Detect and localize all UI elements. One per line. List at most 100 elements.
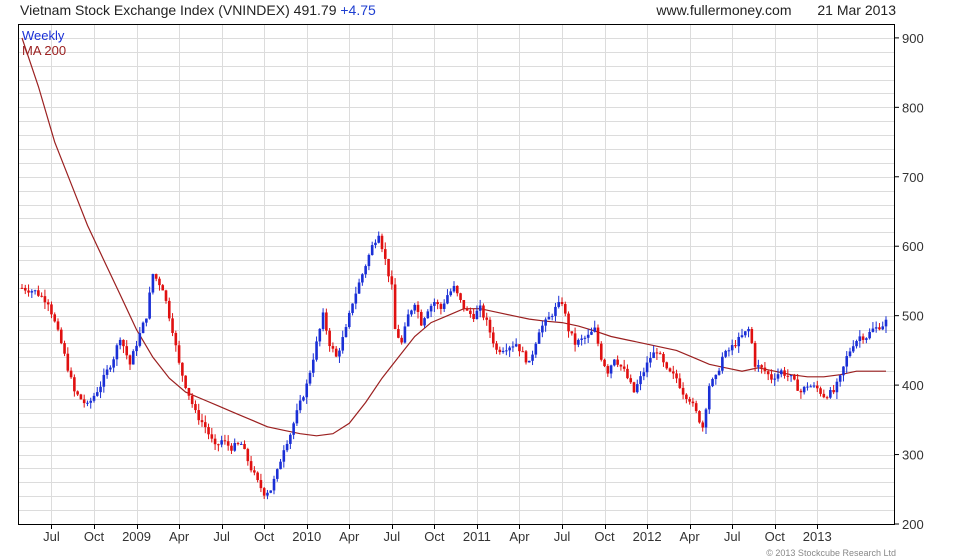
candle-body	[770, 374, 773, 380]
candle-body	[249, 461, 253, 471]
candle-body	[459, 293, 462, 300]
candle-body	[383, 249, 387, 259]
candle-body	[393, 284, 397, 330]
candle-body	[177, 345, 181, 363]
candle-body	[734, 345, 737, 347]
candle-body	[779, 370, 783, 375]
candle-body	[881, 326, 885, 330]
candle-body	[698, 411, 701, 423]
candle-body	[727, 350, 731, 352]
candle-body	[20, 287, 24, 289]
candle-body	[478, 305, 482, 311]
candle-body	[563, 304, 567, 314]
candle-body	[66, 353, 70, 371]
candle-body	[802, 386, 806, 393]
x-tick-label: 2009	[122, 529, 151, 544]
candle-body	[721, 356, 724, 371]
candle-body	[347, 312, 351, 328]
candle-body	[289, 434, 292, 444]
candle-body	[534, 343, 538, 355]
candle-body	[829, 390, 832, 398]
candle-body	[730, 345, 734, 351]
candle-body	[757, 365, 760, 367]
candle-body	[145, 318, 148, 323]
candle-body	[796, 379, 799, 391]
candle-body	[210, 434, 214, 439]
candle-body	[642, 372, 646, 377]
candle-body	[822, 393, 826, 398]
candle-body	[799, 390, 803, 393]
candle-body	[593, 327, 597, 332]
candle-body	[518, 344, 521, 352]
candle-body	[685, 394, 688, 399]
candle-body	[174, 332, 178, 346]
candle-body	[825, 397, 829, 399]
candle-body	[92, 395, 96, 401]
x-tick-label: Oct	[84, 529, 105, 544]
candle-body	[521, 351, 525, 353]
candle-body	[586, 334, 590, 338]
candle-body	[135, 345, 138, 352]
candle-body	[619, 364, 623, 367]
candle-body	[164, 290, 168, 301]
candle-body	[213, 438, 217, 445]
candle-body	[842, 366, 845, 376]
candle-body	[99, 386, 102, 393]
candle-body	[658, 353, 662, 355]
candle-body	[367, 254, 371, 267]
candle-body	[645, 362, 649, 373]
candle-body	[334, 348, 338, 357]
x-tick-label: Apr	[680, 529, 701, 544]
candle-body	[547, 316, 551, 320]
candle-body	[397, 329, 400, 338]
candle-body	[557, 301, 561, 307]
candle-body	[131, 351, 135, 365]
y-tick-label: 200	[902, 517, 924, 532]
candle-body	[508, 347, 511, 351]
candle-body	[694, 403, 698, 412]
legend: WeeklyMA 200	[22, 28, 66, 58]
candle-body	[675, 373, 678, 379]
candle-body	[498, 349, 502, 353]
candle-body	[403, 326, 407, 343]
candle-body	[239, 443, 243, 445]
candle-body	[783, 370, 786, 376]
candle-body	[43, 296, 47, 303]
candle-body	[649, 358, 652, 363]
x-axis: Jul Oct 2009 Apr Jul Oct 2010 Apr Jul Oct 2011 Apr J…	[43, 524, 832, 544]
x-tick-label: Oct	[254, 529, 275, 544]
candle-body	[789, 375, 793, 377]
candle-body	[86, 402, 89, 404]
candle-body	[118, 339, 122, 346]
candle-body	[701, 422, 705, 428]
candle-body	[40, 295, 43, 297]
y-tick-label: 700	[902, 170, 924, 185]
candle-body	[766, 371, 770, 375]
candle-body	[361, 274, 364, 283]
candle-body	[527, 360, 531, 363]
candle-body	[69, 370, 73, 378]
candle-body	[220, 440, 223, 445]
y-tick-label: 400	[902, 378, 924, 393]
stock-chart: 200300400500600700800900 Jul Oct 2009 Apr Ju…	[18, 24, 924, 544]
candle-body	[740, 335, 744, 337]
x-tick-label: Oct	[424, 529, 445, 544]
candle-body	[475, 310, 479, 320]
candle-body	[753, 342, 757, 367]
candle-body	[465, 308, 469, 311]
x-tick-label: 2010	[292, 529, 321, 544]
candle-body	[419, 311, 423, 326]
x-tick-label: Apr	[509, 529, 530, 544]
candle-body	[295, 410, 299, 424]
candle-body	[302, 397, 305, 401]
candle-body	[747, 329, 750, 332]
candle-body	[613, 359, 616, 366]
candle-body	[256, 472, 259, 481]
candle-body	[855, 341, 858, 347]
candle-body	[315, 341, 318, 360]
candle-body	[439, 304, 443, 309]
candle-body	[305, 383, 309, 398]
candle-body	[485, 317, 489, 320]
candle-body	[331, 346, 335, 349]
candle-body	[491, 332, 495, 344]
